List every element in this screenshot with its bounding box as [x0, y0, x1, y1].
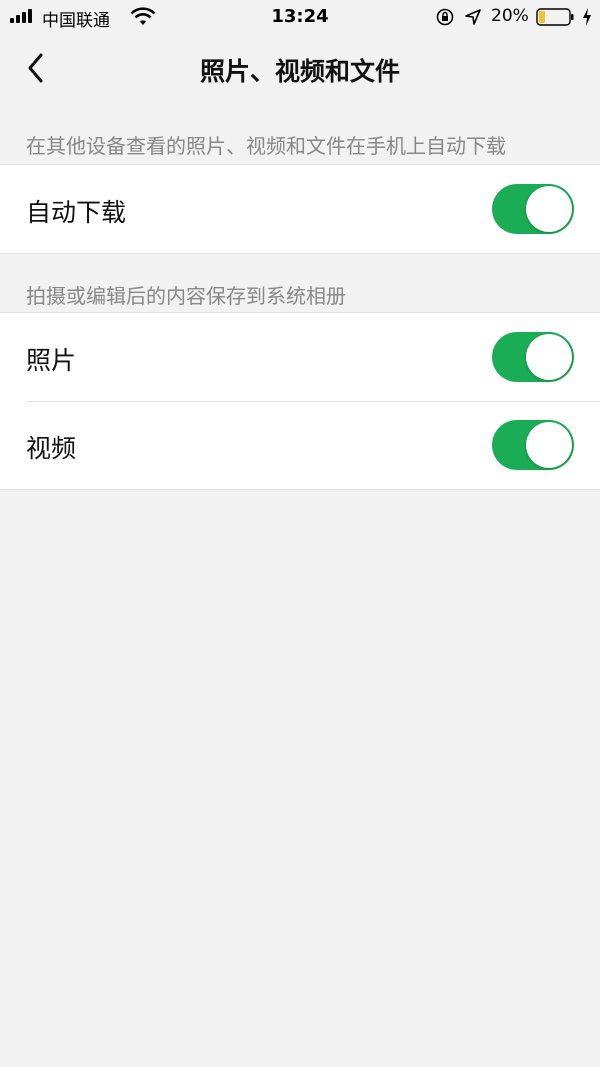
status-bar: 中国联通 13:24 20%	[0, 0, 600, 34]
photos-label: 照片	[26, 346, 77, 375]
rotation-lock-icon	[436, 8, 454, 26]
battery-percent: 20%	[491, 6, 529, 26]
auto-download-row: 自动下载	[0, 165, 600, 253]
save-settings-group: 照片 视频	[0, 312, 600, 490]
sync-section-hint: 在其他设备查看的照片、视频和文件在手机上自动下载	[26, 134, 506, 158]
videos-row: 视频	[0, 401, 600, 489]
auto-download-toggle[interactable]	[492, 184, 574, 234]
auto-download-label: 自动下载	[26, 198, 127, 227]
save-section-hint: 拍摄或编辑后的内容保存到系统相册	[26, 284, 346, 308]
navigation-bar: 照片、视频和文件	[0, 34, 600, 104]
charging-icon	[583, 8, 591, 26]
sync-settings-group: 自动下载	[0, 164, 600, 254]
toggle-knob	[526, 422, 572, 468]
photos-toggle[interactable]	[492, 332, 574, 382]
location-icon	[465, 9, 481, 25]
toggle-knob	[526, 334, 572, 380]
photos-row: 照片	[0, 313, 600, 401]
battery-icon	[536, 8, 574, 26]
toggle-knob	[526, 186, 572, 232]
page-title: 照片、视频和文件	[199, 57, 400, 86]
videos-toggle[interactable]	[492, 420, 574, 470]
videos-label: 视频	[26, 434, 77, 463]
